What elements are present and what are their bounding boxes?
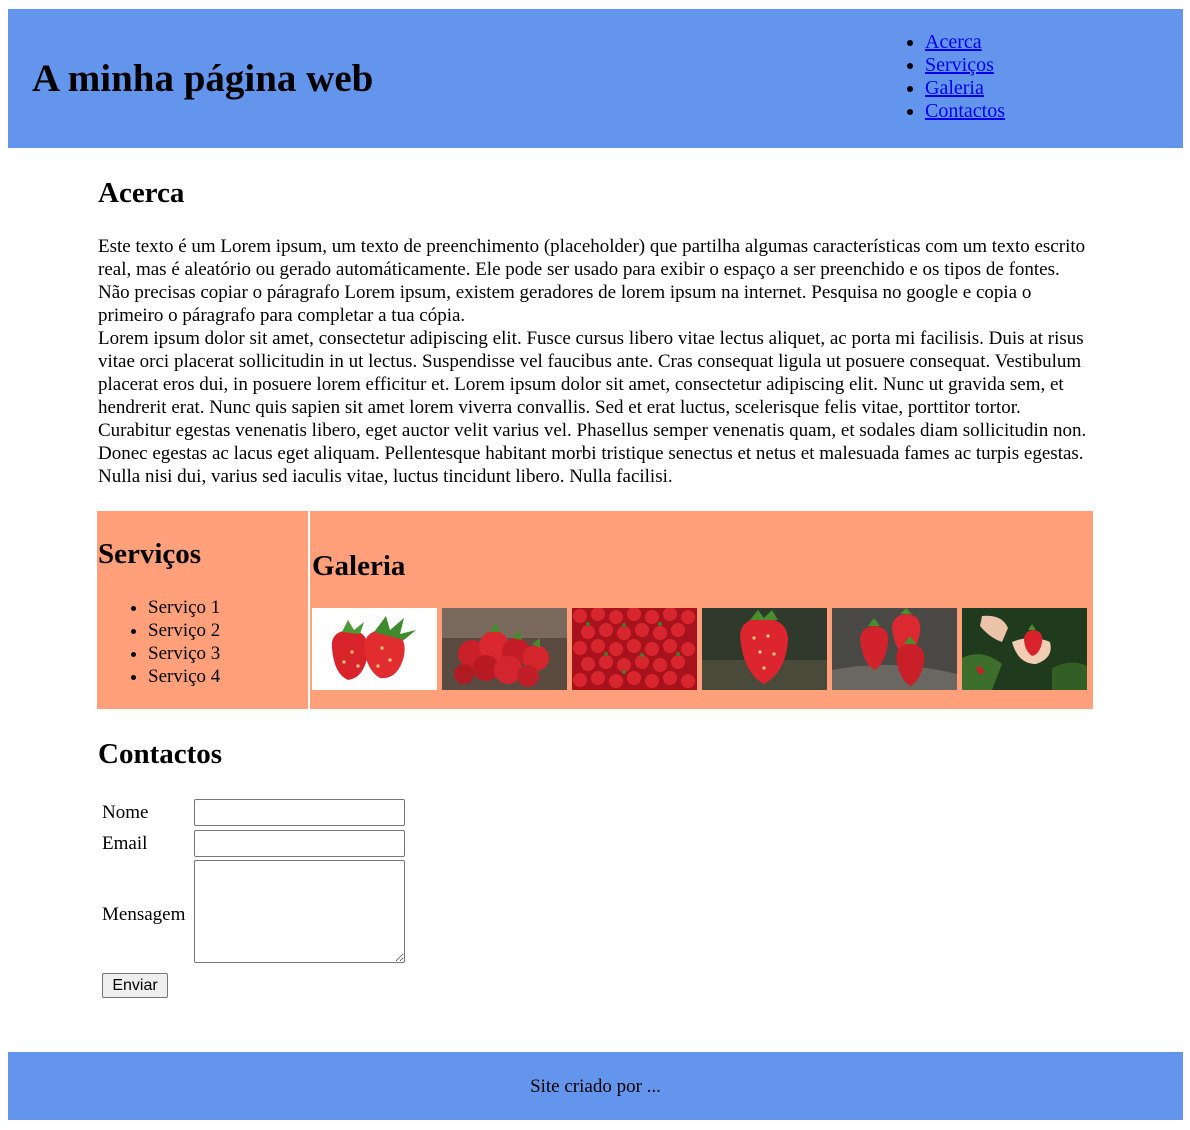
servicos-section: Serviços Serviço 1 Serviço 2 Serviço 3 S… [97, 511, 308, 709]
single-strawberry-image [702, 608, 827, 690]
servico-item-2: Serviço 2 [148, 619, 220, 642]
mensagem-textarea[interactable] [194, 860, 405, 963]
nav-item-servicos: Serviços [925, 54, 1005, 77]
strawberry-pile-image [442, 608, 567, 690]
strawberry-in-hand-image [962, 608, 1087, 690]
contactos-title: Contactos [98, 738, 223, 770]
strawberry-pair-white-bg-image [312, 608, 437, 690]
acerca-title: Acerca [98, 177, 185, 209]
main-nav: Acerca Serviços Galeria Contactos [905, 31, 1005, 123]
servicos-list: Serviço 1 Serviço 2 Serviço 3 Serviço 4 [128, 596, 220, 688]
enviar-button[interactable]: Enviar [102, 973, 168, 998]
nome-label: Nome [102, 802, 149, 823]
strawberry-trio-image [832, 608, 957, 690]
strawberry-field-image [572, 608, 697, 690]
nav-link-acerca[interactable]: Acerca [925, 31, 982, 53]
servicos-title: Serviços [98, 538, 202, 570]
acerca-paragraph-1: Este texto é um Lorem ipsum, um texto de… [98, 236, 1086, 326]
nav-item-galeria: Galeria [925, 77, 1005, 100]
nome-field[interactable] [194, 799, 405, 826]
nav-link-contactos[interactable]: Contactos [925, 100, 1005, 122]
email-field[interactable] [194, 830, 405, 857]
acerca-paragraph-2: Lorem ipsum dolor sit amet, consectetur … [98, 328, 1087, 487]
site-header: A minha página web Acerca Serviços Galer… [8, 9, 1183, 148]
servico-item-4: Serviço 4 [148, 665, 220, 688]
nav-link-galeria[interactable]: Galeria [925, 77, 984, 99]
nav-item-contactos: Contactos [925, 100, 1005, 123]
footer-text: Site criado por ... [530, 1076, 661, 1097]
galeria-title: Galeria [312, 550, 406, 582]
nav-item-acerca: Acerca [925, 31, 1005, 54]
galeria-section: Galeria [310, 511, 1093, 709]
site-title: A minha página web [32, 57, 374, 100]
servico-item-3: Serviço 3 [148, 642, 220, 665]
mensagem-label: Mensagem [102, 904, 186, 925]
site-footer: Site criado por ... [8, 1052, 1183, 1120]
servico-item-1: Serviço 1 [148, 596, 220, 619]
nav-link-servicos[interactable]: Serviços [925, 54, 994, 76]
email-label: Email [102, 833, 148, 854]
acerca-text: Este texto é um Lorem ipsum, um texto de… [98, 235, 1092, 488]
